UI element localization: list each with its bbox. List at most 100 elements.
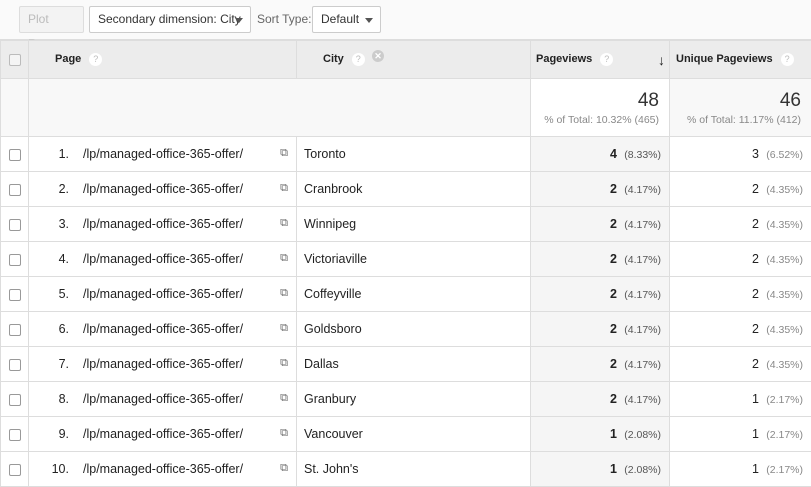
remove-dimension-icon[interactable]: ✕ <box>372 50 384 62</box>
city-cell: Toronto <box>297 137 531 172</box>
unique-percent: (2.17%) <box>759 394 803 406</box>
table-row: 9. /lp/managed-office-365-offer/ ⧉ Vancouv… <box>1 417 811 452</box>
unique-pageviews-cell: 2(4.35%) <box>670 207 811 242</box>
row-index: 3. <box>41 217 69 231</box>
total-unique-sub: % of Total: 11.17% (412) <box>670 114 811 126</box>
table-row: 6. /lp/managed-office-365-offer/ ⧉ Goldsbo… <box>1 312 811 347</box>
page-link[interactable]: /lp/managed-office-365-offer/ <box>83 147 243 161</box>
open-external-icon[interactable]: ⧉ <box>280 217 288 230</box>
pageviews-percent: (2.08%) <box>617 464 661 476</box>
table-row: 8. /lp/managed-office-365-offer/ ⧉ Granbur… <box>1 382 811 417</box>
row-checkbox[interactable] <box>9 394 21 406</box>
table-row: 3./lp/managed-office-365-offer/⧉ Winnipe… <box>1 207 811 242</box>
help-icon[interactable]: ? <box>781 53 794 66</box>
unique-value: 1 <box>752 427 759 441</box>
header-unique-pageviews[interactable]: Unique Pageviews? <box>670 41 811 79</box>
header-pageviews-label: Pageviews <box>536 53 592 65</box>
page-link[interactable]: /lp/managed-office-365-offer/ <box>83 182 243 196</box>
unique-percent: (4.35%) <box>759 324 803 336</box>
row-checkbox[interactable] <box>9 254 21 266</box>
row-index: 6. <box>41 322 69 336</box>
table-row: 7./lp/managed-office-365-offer/⧉ Dallas … <box>1 347 811 382</box>
unique-pageviews-cell: 2(4.35%) <box>670 312 811 347</box>
unique-percent: (4.35%) <box>759 359 803 371</box>
row-index: 9. <box>41 427 69 441</box>
pageviews-cell: 1(2.08%) <box>531 417 670 452</box>
city-cell: Goldsboro <box>297 312 531 347</box>
row-checkbox[interactable] <box>9 324 21 336</box>
header-page-label: Page <box>55 53 81 65</box>
unique-pageviews-cell: 1(2.17%) <box>670 417 811 452</box>
unique-value: 2 <box>752 322 759 336</box>
page-link[interactable]: /lp/managed-office-365-offer/ <box>83 217 243 231</box>
row-checkbox[interactable] <box>9 219 21 231</box>
pageviews-value: 2 <box>610 392 617 406</box>
pageviews-value: 1 <box>610 462 617 476</box>
row-index: 2. <box>41 182 69 196</box>
pageviews-cell: 2(4.17%) <box>531 172 670 207</box>
row-index: 7. <box>41 357 69 371</box>
page-link[interactable]: /lp/managed-office-365-offer/ <box>83 322 243 336</box>
plot-rows-button[interactable]: Plot Rows <box>19 6 84 33</box>
row-checkbox[interactable] <box>9 359 21 371</box>
page-link[interactable]: /lp/managed-office-365-offer/ <box>83 427 243 441</box>
table-row: 4./lp/managed-office-365-offer/⧉ Victori… <box>1 242 811 277</box>
unique-percent: (4.35%) <box>759 184 803 196</box>
help-icon[interactable]: ? <box>600 53 613 66</box>
pageviews-value: 2 <box>610 217 617 231</box>
row-index: 10. <box>41 462 69 476</box>
row-index: 8. <box>41 392 69 406</box>
unique-percent: (4.35%) <box>759 219 803 231</box>
secondary-dimension-dropdown[interactable]: Secondary dimension: City <box>89 6 251 33</box>
open-external-icon[interactable]: ⧉ <box>280 357 288 370</box>
total-unique-value: 46 <box>670 90 811 112</box>
row-checkbox[interactable] <box>9 464 21 476</box>
row-checkbox[interactable] <box>9 289 21 301</box>
city-cell: Coffeyville <box>297 277 531 312</box>
unique-percent: (4.35%) <box>759 254 803 266</box>
table-row: 2./lp/managed-office-365-offer/⧉ Cranbro… <box>1 172 811 207</box>
pageviews-cell: 2(4.17%) <box>531 277 670 312</box>
city-cell: Vancouver <box>297 417 531 452</box>
open-external-icon[interactable]: ⧉ <box>280 252 288 265</box>
city-cell: Granbury <box>297 382 531 417</box>
pageviews-cell: 2(4.17%) <box>531 242 670 277</box>
header-page[interactable]: Page? <box>29 41 297 79</box>
page-link[interactable]: /lp/managed-office-365-offer/ <box>83 392 243 406</box>
pageviews-percent: (8.33%) <box>617 149 661 161</box>
sort-type-dropdown[interactable]: Default <box>312 6 381 33</box>
page-link[interactable]: /lp/managed-office-365-offer/ <box>83 252 243 266</box>
header-pageviews[interactable]: Pageviews?↓ <box>531 41 670 79</box>
page-link[interactable]: /lp/managed-office-365-offer/ <box>83 287 243 301</box>
open-external-icon[interactable]: ⧉ <box>280 147 288 160</box>
header-city[interactable]: City?✕ <box>297 41 531 79</box>
pageviews-percent: (2.08%) <box>617 429 661 441</box>
pageviews-cell: 2(4.17%) <box>531 347 670 382</box>
row-checkbox[interactable] <box>9 149 21 161</box>
open-external-icon[interactable]: ⧉ <box>280 322 288 335</box>
unique-value: 2 <box>752 252 759 266</box>
page-link[interactable]: /lp/managed-office-365-offer/ <box>83 357 243 371</box>
open-external-icon[interactable]: ⧉ <box>280 182 288 195</box>
open-external-icon[interactable]: ⧉ <box>280 427 288 440</box>
open-external-icon[interactable]: ⧉ <box>280 462 288 475</box>
row-index: 5. <box>41 287 69 301</box>
open-external-icon[interactable]: ⧉ <box>280 392 288 405</box>
select-all-checkbox[interactable] <box>9 54 21 66</box>
unique-pageviews-cell: 2(4.35%) <box>670 277 811 312</box>
pageviews-percent: (4.17%) <box>617 254 661 266</box>
row-checkbox[interactable] <box>9 184 21 196</box>
open-external-icon[interactable]: ⧉ <box>280 287 288 300</box>
pageviews-value: 2 <box>610 357 617 371</box>
unique-value: 2 <box>752 217 759 231</box>
pageviews-value: 2 <box>610 322 617 336</box>
row-checkbox[interactable] <box>9 429 21 441</box>
unique-value: 2 <box>752 287 759 301</box>
select-all-cell <box>1 41 29 79</box>
help-icon[interactable]: ? <box>352 53 365 66</box>
toolbar: Plot Rows Secondary dimension: City Sort… <box>0 0 811 40</box>
page-link[interactable]: /lp/managed-office-365-offer/ <box>83 462 243 476</box>
table-row: 10./lp/managed-office-365-offer/⧉ St. Jo… <box>1 452 811 487</box>
help-icon[interactable]: ? <box>89 53 102 66</box>
pageviews-value: 2 <box>610 252 617 266</box>
